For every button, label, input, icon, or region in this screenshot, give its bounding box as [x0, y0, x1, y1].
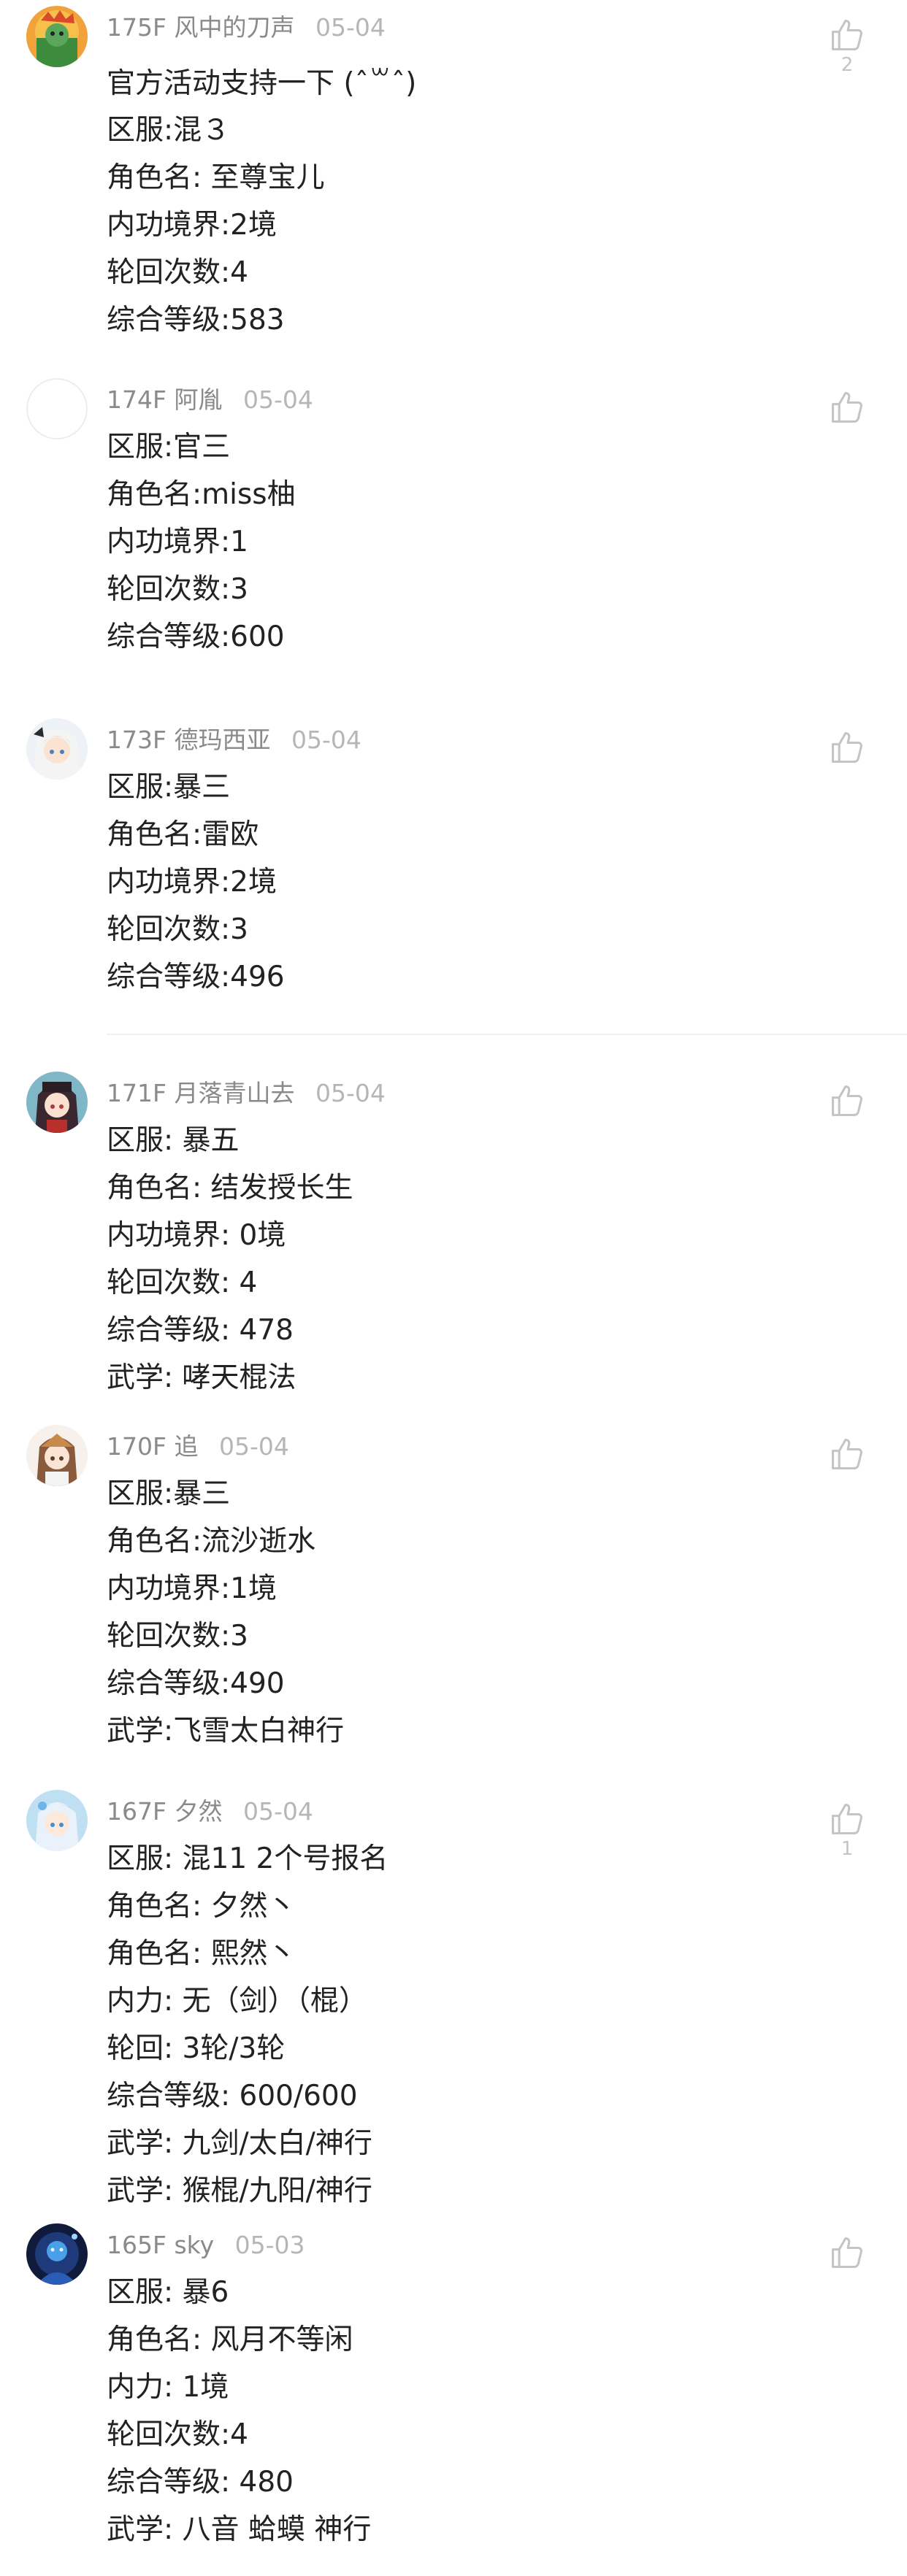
comment-line: 综合等级:600 [107, 620, 285, 653]
like-count [825, 1473, 869, 1495]
comment-line: 区服:暴三 [107, 1477, 231, 1510]
like-button[interactable] [825, 728, 869, 788]
comment-line: 区服:混３ [107, 114, 231, 147]
thumbs-up-icon [831, 1438, 862, 1470]
comment-line: 区服:官三 [107, 431, 231, 464]
thumbs-up-icon [831, 731, 862, 764]
comment-line: 内功境界:1境 [107, 1572, 277, 1605]
post-date: 05-03 [234, 2231, 305, 2259]
comment-line: 综合等级: 478 [107, 1314, 294, 1347]
comment-line: 轮回次数:3 [107, 913, 248, 946]
thumbs-up-icon [831, 19, 862, 51]
like-count [825, 766, 869, 788]
floor-number: 174F [107, 385, 167, 414]
user-avatar[interactable] [26, 378, 88, 439]
like-count [825, 2272, 869, 2294]
username[interactable]: 追 [174, 1432, 198, 1461]
floor-number: 167F [107, 1797, 167, 1826]
post-date: 05-04 [242, 385, 313, 414]
comment-line: 内力: 1境 [107, 2371, 229, 2404]
thumbs-up-icon [831, 391, 862, 423]
thumbs-up-icon [831, 1085, 862, 1117]
comment-line: 角色名: 熙然丶 [107, 1937, 296, 1970]
comment-line: 角色名: 结发授长生 [107, 1172, 353, 1204]
user-avatar[interactable] [26, 1425, 88, 1486]
comment-line: 区服: 混11 2个号报名 [107, 1842, 389, 1875]
username[interactable]: 风中的刀声 [174, 13, 294, 42]
username[interactable]: 阿胤 [174, 385, 222, 414]
username[interactable]: 夕然 [174, 1797, 222, 1826]
comment-line: 内功境界:2境 [107, 209, 277, 242]
comment-meta: 171F 月落青山去 05-04 [107, 1079, 386, 1108]
comment-line: 武学: 九剑/太白/神行 [107, 2127, 372, 2160]
comment-line: 武学: 猴棍/九阳/神行 [107, 2175, 372, 2207]
username[interactable]: 德玛西亚 [174, 726, 270, 754]
like-count [825, 1120, 869, 1142]
comment-line: 角色名:流沙逝水 [107, 1525, 316, 1558]
comment-line: 内功境界:2境 [107, 866, 277, 899]
like-button[interactable]: 1 [825, 1800, 869, 1860]
comment-line: 内功境界:1 [107, 526, 248, 558]
user-avatar[interactable] [26, 6, 88, 67]
comment-line: 角色名: 至尊宝儿 [107, 161, 325, 194]
post-date: 05-04 [218, 1432, 289, 1461]
divider [107, 1034, 907, 1035]
like-button[interactable] [825, 2234, 869, 2294]
comment-line: 角色名:雷欧 [107, 818, 259, 851]
like-button[interactable] [825, 388, 869, 448]
like-count: 1 [841, 1838, 854, 1860]
floor-number: 175F [107, 13, 167, 42]
floor-number: 170F [107, 1432, 167, 1461]
thumbs-up-icon [831, 2237, 862, 2269]
comment-line: 区服: 暴五 [107, 1124, 240, 1157]
comment-line: 轮回次数:4 [107, 2418, 248, 2451]
comment-line: 内功境界: 0境 [107, 1219, 286, 1252]
like-button[interactable] [825, 1082, 869, 1142]
post-date: 05-04 [315, 13, 386, 42]
floor-number: 165F [107, 2231, 167, 2259]
post-date: 05-04 [315, 1079, 386, 1107]
comment-meta: 167F 夕然 05-04 [107, 1797, 313, 1826]
comment-meta: 175F 风中的刀声 05-04 [107, 13, 386, 42]
floor-number: 173F [107, 726, 167, 754]
comment-line: 武学:飞雪太白神行 [107, 1715, 345, 1748]
comment-meta: 174F 阿胤 05-04 [107, 385, 313, 415]
comment-line: 角色名: 风月不等闲 [107, 2323, 353, 2356]
like-count [825, 426, 869, 448]
username[interactable]: sky [174, 2231, 214, 2259]
comment-line: 综合等级: 480 [107, 2466, 294, 2499]
thumbs-up-icon [831, 1803, 862, 1835]
comment-line: 轮回次数:3 [107, 573, 248, 606]
post-date: 05-04 [291, 726, 361, 754]
comment-line: 综合等级:583 [107, 304, 285, 337]
user-avatar[interactable] [26, 2223, 88, 2285]
user-avatar[interactable] [26, 718, 88, 780]
comment-line: 综合等级:490 [107, 1667, 285, 1700]
comment-line: 武学: 哮天棍法 [107, 1361, 296, 1394]
user-avatar[interactable] [26, 1072, 88, 1133]
like-button[interactable] [825, 1435, 869, 1495]
comment-line: 区服: 暴6 [107, 2276, 229, 2309]
comment-line: 角色名:miss柚 [107, 478, 296, 511]
like-button[interactable]: 2 [825, 16, 869, 76]
like-count: 2 [841, 54, 854, 76]
username[interactable]: 月落青山去 [174, 1079, 294, 1107]
post-date: 05-04 [242, 1797, 313, 1826]
comment-line: 内力: 无（剑）（棍） [107, 1985, 368, 2018]
comment-meta: 165F sky 05-03 [107, 2231, 305, 2260]
comment-line: 区服:暴三 [107, 771, 231, 804]
comment-line: 轮回次数:4 [107, 256, 248, 289]
comment-meta: 170F 追 05-04 [107, 1432, 289, 1461]
comment-meta: 173F 德玛西亚 05-04 [107, 726, 361, 755]
comment-line: 轮回: 3轮/3轮 [107, 2032, 286, 2065]
comment-line: 综合等级: 600/600 [107, 2080, 358, 2112]
comment-line: 轮回次数: 4 [107, 1266, 258, 1299]
comment-line: 武学: 八音 蛤蟆 神行 [107, 2513, 372, 2546]
comment-line: 轮回次数:3 [107, 1620, 248, 1653]
comment-line: 角色名: 夕然丶 [107, 1890, 296, 1923]
user-avatar[interactable] [26, 1790, 88, 1851]
floor-number: 171F [107, 1079, 167, 1107]
comment-line: 官方活动支持一下 (ˆ꒳ˆ) [107, 67, 417, 100]
comment-line: 综合等级:496 [107, 961, 285, 993]
